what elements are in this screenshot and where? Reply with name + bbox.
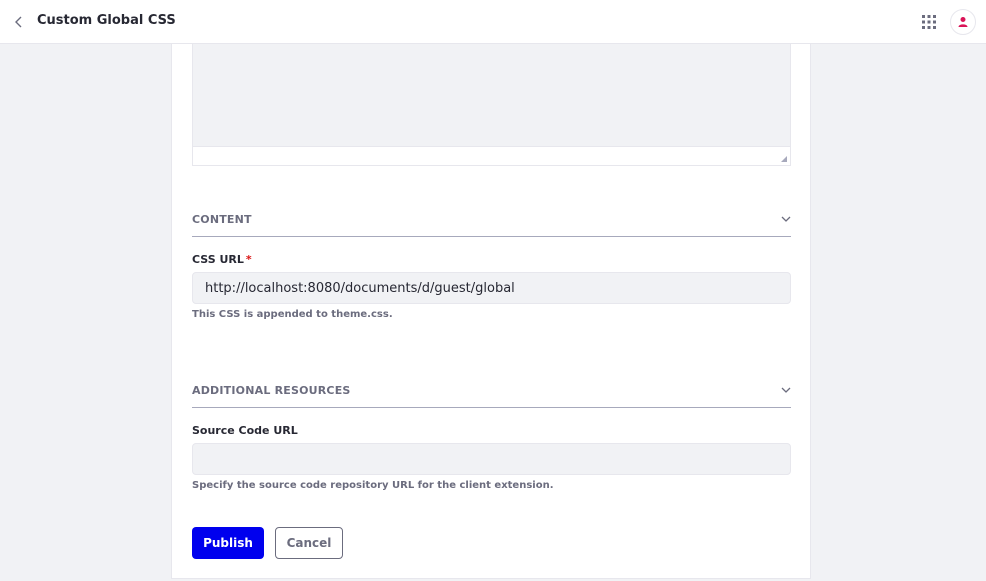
source-code-url-label: Source Code URL [192,424,298,437]
user-avatar-button[interactable] [950,9,976,35]
chevron-down-icon [781,387,791,393]
css-url-help-text: This CSS is appended to theme.css. [192,309,393,320]
source-code-url-help-text: Specify the source code repository URL f… [192,480,554,491]
additional-resources-section-toggle[interactable]: ADDITIONAL RESOURCES [192,380,791,400]
user-icon [958,17,968,27]
source-code-url-input[interactable] [192,443,791,475]
apps-menu-button[interactable] [918,11,940,33]
css-url-label-text: CSS URL [192,253,244,266]
publish-button[interactable]: Publish [192,527,264,559]
resize-handle-icon[interactable] [781,156,787,162]
chevron-down-icon [781,216,791,222]
additional-resources-section-divider [192,407,791,408]
back-button[interactable] [8,11,30,33]
css-url-label: CSS URL * [192,253,252,266]
form-panel: CONTENT CSS URL* This CSS is appended to… [171,44,811,579]
css-url-input[interactable] [192,272,791,304]
required-marker: * [245,253,252,266]
content-section-divider [192,236,791,237]
content-section-title: CONTENT [192,212,252,226]
additional-resources-section-title: ADDITIONAL RESOURCES [192,383,351,397]
top-bar: Custom Global CSS [0,0,986,44]
cancel-button[interactable]: Cancel [275,527,343,559]
content-section-toggle[interactable]: CONTENT [192,209,791,229]
textarea-footer [193,146,790,165]
chevron-left-icon [15,16,22,28]
code-editor-textarea[interactable] [192,44,791,166]
page-title: Custom Global CSS [37,13,176,28]
apps-grid-icon [922,15,936,29]
